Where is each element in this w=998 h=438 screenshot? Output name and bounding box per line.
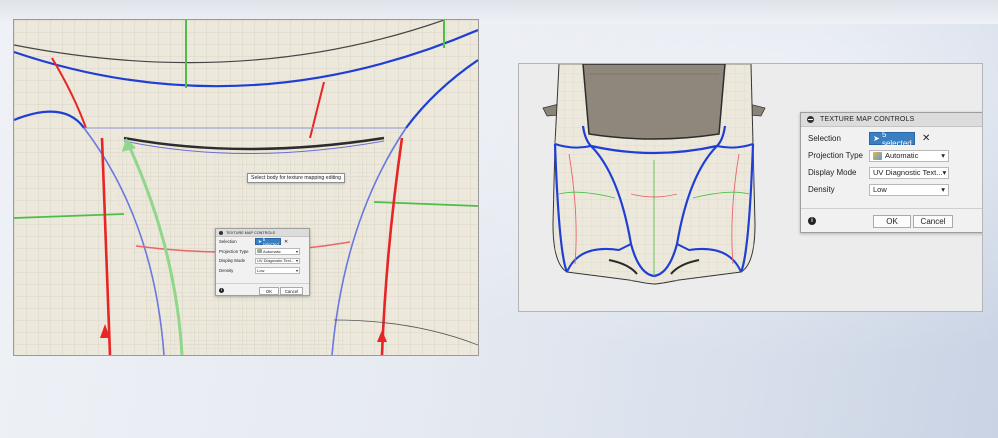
dialog-footer: i OK Cancel [216, 283, 309, 296]
cursor-arrow-icon: ➤ [873, 134, 882, 143]
chevron-down-icon: ▾ [295, 248, 298, 254]
density-row: Density Low ▾ [801, 181, 982, 198]
selection-tooltip: Select body for texture mapping editing [247, 173, 345, 183]
selection-label: Selection [808, 134, 841, 143]
collapse-icon[interactable] [807, 116, 814, 123]
texture-map-controls-small: TEXTURE MAP CONTROLS Selection ➤ 5 selec… [215, 228, 310, 296]
projection-row: Projection Type Automatic ▾ [801, 147, 982, 164]
selection-count: 5 selected [262, 236, 279, 247]
density-label: Density [219, 267, 234, 273]
close-icon[interactable]: ✕ [922, 133, 930, 144]
chevron-down-icon: ▾ [295, 267, 298, 273]
automatic-projection-icon [873, 151, 882, 160]
density-value: Low [873, 185, 887, 194]
projection-dropdown[interactable]: Automatic ▾ [255, 248, 300, 255]
display-mode-label: Display Mode [219, 258, 246, 264]
ok-button[interactable]: OK [259, 287, 279, 295]
texture-map-controls-large: TEXTURE MAP CONTROLS Selection ➤ 5 selec… [800, 112, 982, 233]
dialog-header: TEXTURE MAP CONTROLS [801, 113, 982, 127]
info-icon[interactable]: i [219, 287, 224, 293]
density-dropdown[interactable]: Low ▾ [255, 267, 300, 274]
density-label: Density [808, 185, 835, 194]
uv-grid-canvas [14, 20, 478, 355]
close-icon[interactable]: ✕ [284, 239, 288, 245]
cancel-button[interactable]: Cancel [913, 215, 953, 228]
viewport-car-top[interactable]: TEXTURE MAP CONTROLS Selection ➤ 5 selec… [518, 63, 983, 312]
density-value: Low [257, 267, 265, 273]
selection-row: Selection ➤ 5 selected ✕ [801, 129, 982, 148]
chevron-down-icon: ▾ [942, 168, 947, 177]
projection-value: Automatic [885, 151, 919, 160]
selection-row: Selection ➤ 5 selected ✕ [216, 237, 309, 247]
chevron-down-icon: ▾ [295, 258, 298, 264]
display-mode-value: UV Diagnostic Text... [873, 168, 943, 177]
dialog-title: TEXTURE MAP CONTROLS [820, 116, 915, 123]
chevron-down-icon: ▾ [941, 185, 945, 194]
collapse-icon[interactable] [219, 230, 223, 235]
display-mode-dropdown[interactable]: UV Diagnostic Text... ▾ [255, 257, 300, 264]
projection-label: Projection Type [219, 248, 249, 254]
cancel-button[interactable]: Cancel [280, 287, 303, 295]
selection-label: Selection [219, 239, 237, 245]
selection-count: 5 selected [881, 129, 912, 148]
display-mode-value: UV Diagnostic Text... [257, 258, 295, 264]
ok-button[interactable]: OK [873, 215, 911, 228]
projection-value: Automatic [263, 248, 281, 254]
chevron-down-icon: ▾ [941, 151, 945, 160]
dialog-title: TEXTURE MAP CONTROLS [226, 230, 276, 235]
display-mode-row: Display Mode UV Diagnostic Text... ▾ [801, 164, 982, 181]
density-dropdown[interactable]: Low ▾ [869, 183, 949, 196]
selection-button[interactable]: ➤ 5 selected [255, 236, 281, 247]
density-row: Density Low ▾ [216, 266, 309, 276]
display-mode-dropdown[interactable]: UV Diagnostic Text... ▾ [869, 166, 949, 179]
display-mode-label: Display Mode [808, 168, 857, 177]
display-mode-row: Display Mode UV Diagnostic Text... ▾ [216, 256, 309, 266]
car-roof [582, 64, 726, 140]
dialog-footer: i OK Cancel [801, 208, 982, 233]
projection-label: Projection Type [808, 151, 863, 160]
automatic-projection-icon [257, 249, 262, 254]
projection-dropdown[interactable]: Automatic ▾ [869, 149, 949, 162]
info-icon[interactable]: i [808, 217, 816, 225]
viewport-closeup[interactable]: Select body for texture mapping editing … [13, 19, 479, 356]
projection-row: Projection Type Automatic ▾ [216, 247, 309, 257]
selection-button[interactable]: ➤ 5 selected [869, 129, 915, 148]
